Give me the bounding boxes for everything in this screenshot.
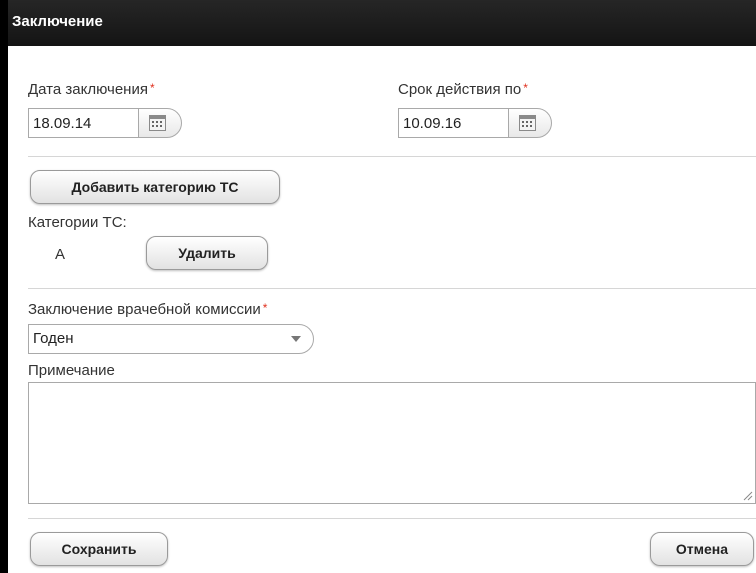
- commission-label-text: Заключение врачебной комиссии: [28, 301, 261, 318]
- conclusion-date-input[interactable]: [28, 108, 138, 138]
- dialog-frame: Заключение Дата заключения* Срок действи…: [0, 0, 756, 573]
- calendar-icon: [149, 115, 166, 131]
- dialog-title: Заключение: [12, 13, 103, 30]
- conclusion-date-picker-button[interactable]: [138, 108, 182, 138]
- delete-category-button[interactable]: Удалить: [146, 236, 268, 270]
- valid-until-label: Срок действия по *: [398, 81, 528, 98]
- dialog-titlebar[interactable]: Заключение: [8, 0, 756, 46]
- note-textarea[interactable]: [28, 382, 756, 504]
- categories-label: Категории ТС:: [28, 214, 127, 231]
- valid-until-label-text: Срок действия по: [398, 81, 522, 98]
- commission-select-value: Годен: [33, 330, 74, 347]
- note-label: Примечание: [28, 362, 115, 379]
- conclusion-date-label-text: Дата заключения: [28, 81, 148, 98]
- cancel-button[interactable]: Отмена: [650, 532, 754, 566]
- dialog-content: Дата заключения* Срок действия по*: [8, 46, 756, 573]
- required-mark: *: [149, 81, 155, 95]
- valid-until-input[interactable]: [398, 108, 508, 138]
- divider: [28, 518, 756, 519]
- conclusion-date-label: Дата заключения *: [28, 81, 155, 98]
- category-item-name: А: [55, 246, 66, 263]
- divider: [28, 288, 756, 289]
- save-button[interactable]: Сохранить: [30, 532, 168, 566]
- divider: [28, 156, 756, 157]
- valid-until-picker-button[interactable]: [508, 108, 552, 138]
- chevron-down-icon: [291, 336, 301, 342]
- add-category-button[interactable]: Добавить категорию ТС: [30, 170, 280, 204]
- required-mark: *: [262, 301, 268, 315]
- calendar-icon: [519, 115, 536, 131]
- commission-label: Заключение врачебной комиссии *: [28, 301, 267, 318]
- required-mark: *: [523, 81, 528, 95]
- commission-select[interactable]: Годен: [28, 324, 314, 354]
